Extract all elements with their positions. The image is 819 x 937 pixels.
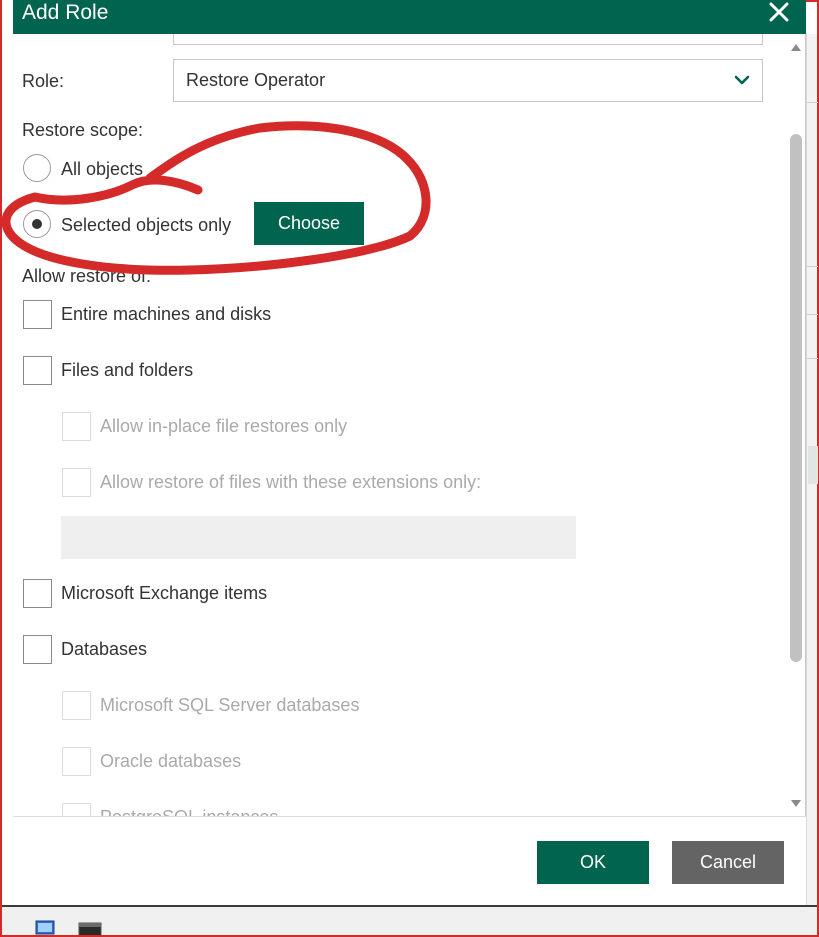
radio-selected-objects-label[interactable]: Selected objects only — [61, 215, 231, 236]
previous-field[interactable] — [173, 34, 763, 45]
dialog-title: Add Role — [22, 1, 109, 24]
dialog-titlebar: Add Role — [13, 0, 806, 34]
checkbox-in-place-restores[interactable] — [62, 412, 91, 441]
chevron-down-icon — [734, 75, 750, 85]
checkbox-sql-server-label: Microsoft SQL Server databases — [100, 695, 360, 715]
restore-scope-label: Restore scope: — [22, 120, 144, 140]
close-icon[interactable] — [766, 0, 792, 25]
choose-button[interactable]: Choose — [254, 202, 364, 245]
checkbox-postgresql[interactable] — [62, 803, 91, 816]
checkbox-in-place-restores-label: Allow in-place file restores only — [100, 416, 348, 436]
checkbox-entire-machines[interactable] — [23, 300, 52, 329]
checkbox-files-folders-label[interactable]: Files and folders — [61, 360, 193, 381]
role-select-value: Restore Operator — [186, 70, 326, 90]
add-role-dialog: Add Role Role: Restore Operator Restore … — [13, 0, 806, 905]
radio-selected-dot — [32, 219, 42, 229]
scrollbar-thumb[interactable] — [790, 134, 802, 662]
scroll-down-arrow-icon[interactable] — [790, 799, 802, 809]
checkbox-entire-machines-label[interactable]: Entire machines and disks — [61, 304, 271, 325]
radio-all-objects[interactable] — [23, 154, 51, 182]
checkbox-extensions-only[interactable] — [62, 468, 91, 497]
dialog-content[interactable]: Role: Restore Operator Restore scope: Al… — [13, 34, 806, 816]
background-window-left — [2, 0, 13, 905]
checkbox-exchange-items[interactable] — [23, 579, 52, 608]
radio-all-objects-label[interactable]: All objects — [61, 159, 143, 180]
radio-selected-objects-only[interactable] — [23, 210, 51, 238]
cancel-button[interactable]: Cancel — [672, 841, 784, 884]
computer-icon[interactable] — [34, 919, 56, 935]
scroll-up-arrow-icon[interactable] — [790, 42, 802, 52]
role-label: Role: — [22, 71, 65, 91]
checkbox-extensions-only-label: Allow restore of files with these extens… — [100, 472, 482, 492]
extensions-input[interactable] — [61, 516, 576, 559]
checkbox-files-folders[interactable] — [23, 356, 52, 385]
checkbox-oracle-label: Oracle databases — [100, 751, 242, 771]
allow-restore-label: Allow restore of: — [22, 266, 152, 286]
role-select[interactable]: Restore Operator — [173, 59, 763, 102]
taskbar — [2, 905, 817, 935]
checkbox-sql-server[interactable] — [62, 691, 91, 720]
background-window-right — [806, 34, 818, 905]
checkbox-databases-label[interactable]: Databases — [61, 639, 147, 660]
ok-button[interactable]: OK — [537, 841, 649, 884]
checkbox-exchange-items-label[interactable]: Microsoft Exchange items — [61, 583, 267, 604]
checkbox-databases[interactable] — [23, 635, 52, 664]
checkbox-postgresql-label: PostgreSQL instances — [100, 807, 278, 816]
checkbox-oracle[interactable] — [62, 747, 91, 776]
terminal-icon[interactable] — [78, 921, 102, 935]
dialog-footer: OK Cancel — [13, 816, 806, 905]
